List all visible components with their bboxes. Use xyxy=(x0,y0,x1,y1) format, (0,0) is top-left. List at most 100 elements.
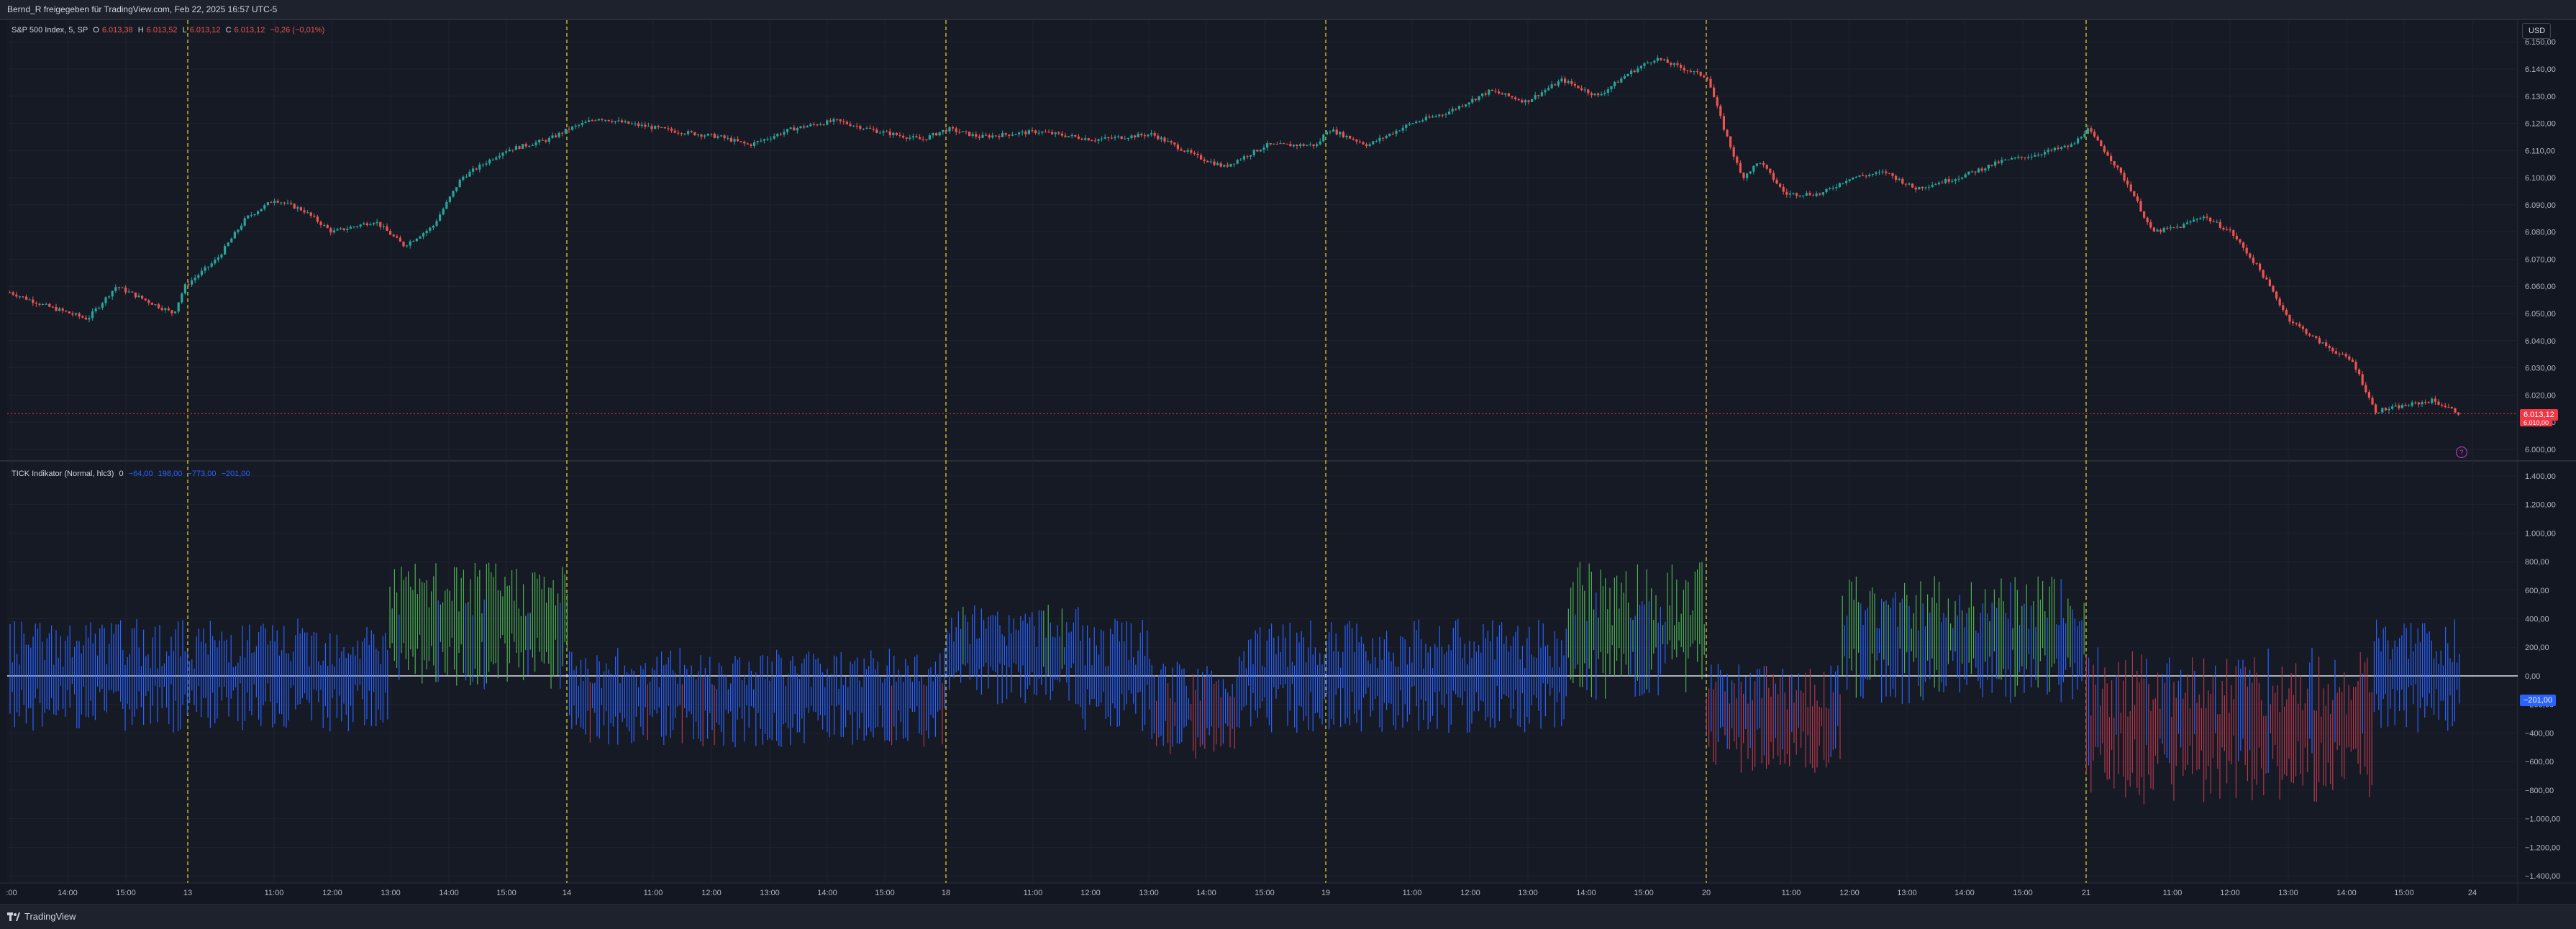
price-candle xyxy=(1785,191,1788,195)
price-candle xyxy=(2358,369,2361,375)
price-candle xyxy=(167,308,170,311)
change-value: −0,26 (−0,01%) xyxy=(270,26,325,35)
price-candle xyxy=(1242,156,1245,160)
time-tick-label: 15:00 xyxy=(496,889,516,897)
price-candle xyxy=(181,293,183,303)
price-candle xyxy=(1848,179,1851,181)
price-candle xyxy=(88,318,91,320)
price-candle xyxy=(919,137,921,139)
price-candle xyxy=(214,260,217,264)
price-candle xyxy=(1719,106,1722,116)
price-candle xyxy=(763,139,765,141)
price-candle xyxy=(1176,144,1179,150)
price-candle xyxy=(1947,179,1950,182)
price-candle xyxy=(607,119,610,122)
tick-legend: TICK Indikator (Normal, hlc3) 0 −64,00 1… xyxy=(12,470,253,478)
price-candle xyxy=(2047,150,2049,152)
price-candle xyxy=(1339,132,1342,134)
price-candle xyxy=(650,126,653,129)
price-candle xyxy=(1074,134,1077,137)
price-tick-label: 6.120,00 xyxy=(2525,120,2556,129)
price-candle xyxy=(319,221,322,226)
price-candle xyxy=(1898,178,1901,180)
price-candle xyxy=(1292,145,1295,147)
symbol-name[interactable]: S&P 500 Index, 5, SP xyxy=(12,26,88,35)
price-candle xyxy=(875,129,878,133)
price-candle xyxy=(2282,305,2285,310)
price-candle xyxy=(2195,219,2198,220)
price-candle xyxy=(1755,163,1758,166)
price-candle xyxy=(581,122,583,125)
price-candle xyxy=(855,125,858,127)
time-tick-label: 24 xyxy=(2468,889,2477,897)
price-candle xyxy=(637,123,640,126)
price-candle xyxy=(1660,58,1662,60)
price-candle xyxy=(1829,188,1831,189)
price-candle xyxy=(1729,136,1732,147)
price-candle xyxy=(1630,70,1633,75)
price-candle xyxy=(647,126,650,127)
price-candle xyxy=(1570,81,1573,84)
price-candle xyxy=(1954,179,1957,181)
price-candle xyxy=(1060,133,1063,136)
tick-indicator-name[interactable]: TICK Indikator (Normal, hlc3) xyxy=(12,470,114,478)
price-candle xyxy=(968,132,971,137)
currency-button[interactable]: USD xyxy=(2522,23,2551,39)
price-candle xyxy=(1070,134,1073,137)
price-candle xyxy=(158,304,160,308)
price-candle xyxy=(1256,150,1259,152)
price-candle xyxy=(197,275,200,278)
price-candle xyxy=(1573,83,1576,86)
price-candle xyxy=(1236,160,1239,164)
price-candle xyxy=(1438,114,1441,116)
price-candle xyxy=(356,226,359,227)
price-candle xyxy=(396,236,399,238)
price-candle xyxy=(2447,407,2450,408)
price-candle xyxy=(1699,71,1702,76)
price-candle xyxy=(131,291,134,293)
price-candle xyxy=(200,270,203,275)
price-candle xyxy=(2235,235,2238,239)
price-candle xyxy=(303,210,306,213)
price-candle xyxy=(1478,96,1480,101)
price-candle xyxy=(518,146,521,149)
price-candle xyxy=(1091,140,1093,142)
price-candle xyxy=(2444,406,2447,408)
price-candle xyxy=(1498,91,1501,93)
price-candle xyxy=(1623,75,1626,79)
price-candle xyxy=(1934,184,1937,186)
price-candle xyxy=(349,226,352,229)
tradingview-logo[interactable]: TradingView xyxy=(7,911,76,922)
price-candle xyxy=(1739,163,1742,173)
price-candle xyxy=(415,238,418,242)
tick-axis-label: 0,00 xyxy=(2525,672,2540,681)
price-candle xyxy=(45,303,47,305)
price-candle xyxy=(687,131,690,134)
chart-canvas[interactable]: 6.150,00 6.140,00 6.130,00 6.120,00 6.110,00… xyxy=(0,0,2576,928)
price-candle xyxy=(2331,348,2334,352)
price-candle xyxy=(1018,132,1021,134)
price-candle xyxy=(809,124,812,127)
price-candle xyxy=(508,150,511,152)
price-candle xyxy=(955,128,957,132)
price-candle xyxy=(1273,143,1275,145)
price-candle xyxy=(621,120,624,123)
time-tick-label: 20 xyxy=(1702,889,1711,897)
tradingview-logo-icon xyxy=(7,912,20,921)
price-candle xyxy=(2328,346,2331,349)
price-candle xyxy=(1928,186,1931,188)
price-candle xyxy=(1180,149,1183,151)
price-candle xyxy=(1471,99,1474,103)
price-candle xyxy=(55,306,58,311)
price-candle xyxy=(2090,128,2093,132)
price-candle xyxy=(1852,177,1854,180)
price-candle xyxy=(1147,134,1150,137)
price-candle xyxy=(1223,165,1226,167)
price-candle xyxy=(1732,147,1735,157)
time-tick-label: 14:00 xyxy=(2336,889,2357,897)
price-candle xyxy=(737,139,739,142)
alert-icon[interactable]: ? xyxy=(2456,447,2467,458)
price-candle xyxy=(1845,180,1848,183)
price-tick-label: 6.060,00 xyxy=(2525,283,2556,291)
price-candle xyxy=(2292,321,2295,324)
